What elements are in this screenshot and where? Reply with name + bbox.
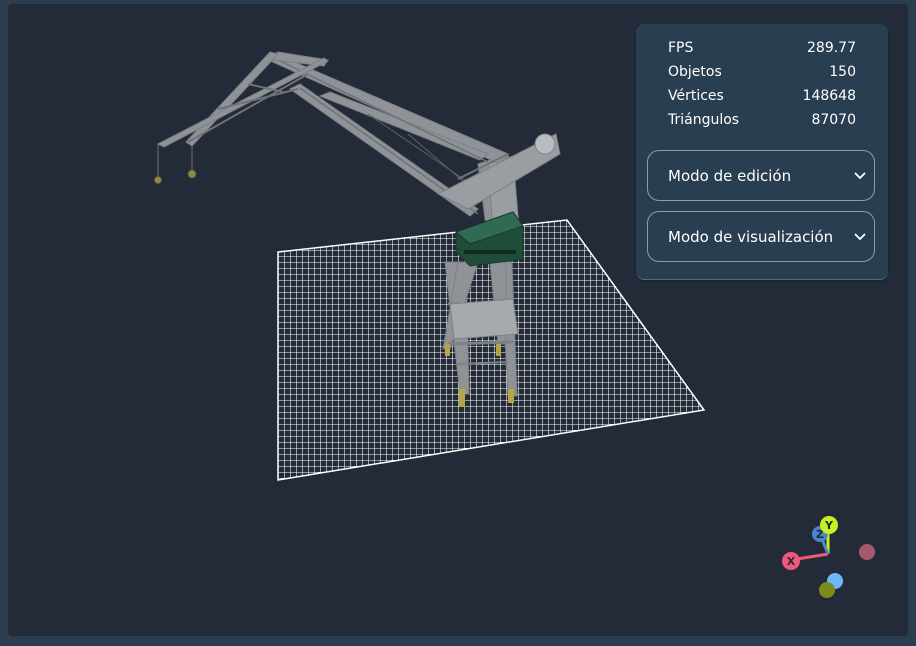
edit-mode-dropdown[interactable]: Modo de edición xyxy=(647,150,875,201)
3d-viewport[interactable]: FPS 289.77 Objetos 150 Vértices 148648 T… xyxy=(8,4,908,636)
stat-value: 87070 xyxy=(811,112,856,128)
stat-value: 148648 xyxy=(802,88,856,104)
stat-fps: FPS 289.77 xyxy=(668,36,856,60)
stat-label: Objetos xyxy=(668,64,722,80)
stat-vertices: Vértices 148648 xyxy=(668,84,856,108)
chevron-down-icon xyxy=(854,233,866,241)
x-axis-label: X xyxy=(787,555,796,568)
stats-list: FPS 289.77 Objetos 150 Vértices 148648 T… xyxy=(668,36,856,132)
chevron-down-icon xyxy=(854,172,866,180)
neg-x-axis-handle[interactable] xyxy=(859,544,875,560)
view-mode-label: Modo de visualización xyxy=(668,228,834,246)
stat-label: Vértices xyxy=(668,88,724,104)
stat-label: FPS xyxy=(668,40,694,56)
stat-value: 150 xyxy=(829,64,856,80)
stat-objects: Objetos 150 xyxy=(668,60,856,84)
stat-triangles: Triángulos 87070 xyxy=(668,108,856,132)
neg-y-axis-handle[interactable] xyxy=(819,582,835,598)
stats-panel: FPS 289.77 Objetos 150 Vértices 148648 T… xyxy=(636,24,888,280)
edit-mode-label: Modo de edición xyxy=(668,167,792,185)
axis-gizmo[interactable]: Z Y X xyxy=(778,512,888,602)
y-axis-label: Y xyxy=(824,519,834,532)
stat-value: 289.77 xyxy=(807,40,856,56)
view-mode-dropdown[interactable]: Modo de visualización xyxy=(647,211,875,262)
stat-label: Triángulos xyxy=(668,112,740,128)
